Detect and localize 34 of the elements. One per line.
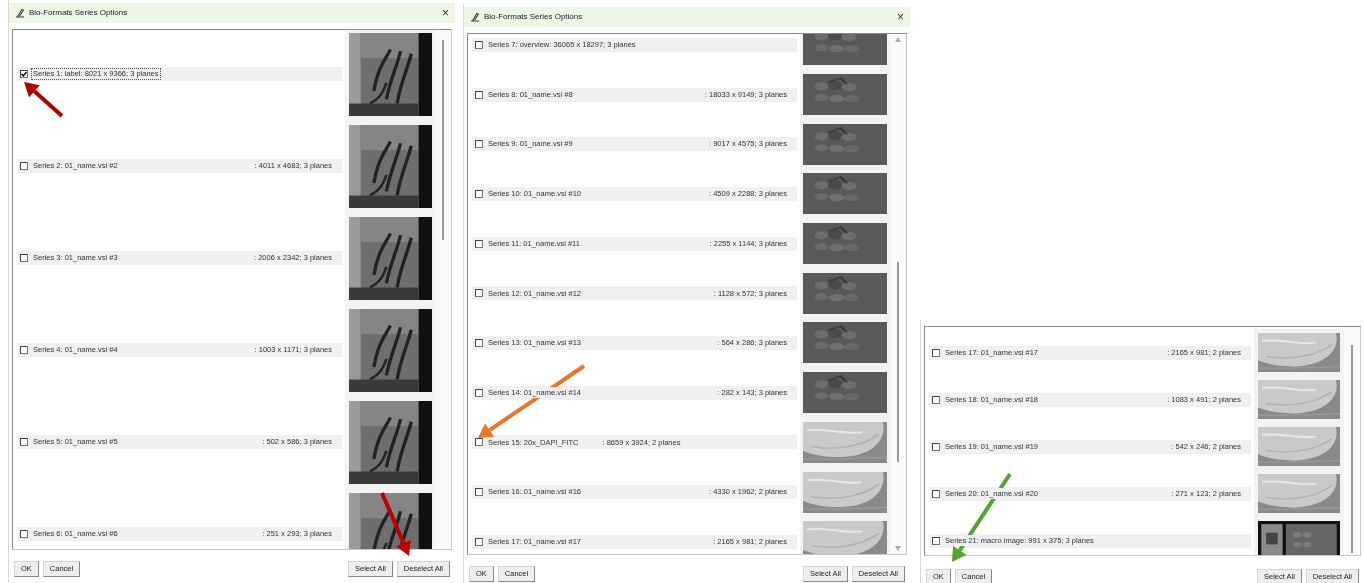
checkbox[interactable]	[475, 488, 483, 497]
checkbox[interactable]	[20, 346, 28, 354]
arrow	[380, 492, 411, 556]
checkbox[interactable]	[475, 537, 483, 546]
window-title: Bio-Formats Series Options	[484, 11, 583, 23]
close-button[interactable]: ×	[897, 11, 904, 23]
checkbox[interactable]	[475, 438, 483, 447]
scrollbar-thumb[interactable]	[442, 40, 444, 240]
checkbox[interactable]	[475, 140, 483, 149]
checkbox[interactable]	[475, 189, 483, 198]
checkbox[interactable]	[932, 442, 940, 451]
checkbox[interactable]	[475, 388, 483, 397]
checkbox[interactable]	[20, 162, 28, 170]
checkbox[interactable]	[475, 289, 483, 298]
checkbox[interactable]	[932, 536, 940, 545]
checkbox[interactable]	[20, 254, 28, 262]
scrollbar[interactable]	[435, 30, 451, 549]
scrollbar-thumb[interactable]	[897, 262, 899, 462]
checkbox[interactable]	[475, 239, 483, 248]
scrollbar[interactable]	[890, 34, 906, 554]
checkbox[interactable]	[932, 348, 940, 357]
checkbox[interactable]	[20, 70, 28, 78]
checkbox[interactable]	[932, 489, 940, 498]
arrow	[24, 82, 64, 118]
checkbox[interactable]	[932, 395, 940, 404]
scrollbar-thumb[interactable]	[1351, 345, 1353, 553]
checkbox[interactable]	[475, 338, 483, 347]
checkbox[interactable]	[475, 40, 483, 49]
checkbox[interactable]	[20, 530, 28, 538]
checkbox[interactable]	[475, 90, 483, 99]
scrollbar[interactable]	[1344, 327, 1360, 555]
close-button[interactable]: ×	[442, 7, 449, 19]
checkbox[interactable]	[20, 438, 28, 446]
window-title: Bio-Formats Series Options	[29, 7, 128, 19]
